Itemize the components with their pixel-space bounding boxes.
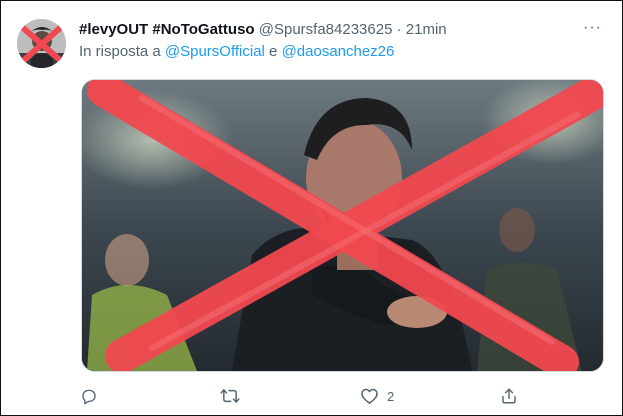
like-count: 2 <box>387 388 395 404</box>
heart-icon <box>361 388 378 404</box>
tweet-media-image[interactable] <box>81 79 604 372</box>
more-options-icon[interactable]: ··· <box>583 18 602 38</box>
avatar-image <box>17 19 66 68</box>
tweet-card[interactable]: #levyOUT #NoToGattuso @Spursfa84233625 ·… <box>0 0 623 416</box>
reply-action[interactable] <box>80 381 106 411</box>
retweet-icon <box>220 389 240 403</box>
separator-dot: · <box>396 21 402 38</box>
reply-context: In risposta a @SpursOfficial e @daosanch… <box>79 42 394 62</box>
reply-icon <box>82 389 96 405</box>
user-handle[interactable]: @Spursfa84233625 <box>259 21 393 38</box>
mention-link-daosanchez26[interactable]: @daosanchez26 <box>282 43 395 60</box>
like-action[interactable]: 2 <box>360 381 394 411</box>
crossed-out-photo <box>82 80 603 371</box>
reply-conjunction: e <box>269 43 278 60</box>
display-name[interactable]: #levyOUT #NoToGattuso <box>79 21 255 38</box>
timestamp[interactable]: 21min <box>406 21 447 38</box>
mention-link-spursofficial[interactable]: @SpursOfficial <box>165 43 265 60</box>
profile-avatar[interactable] <box>17 19 66 68</box>
reply-prefix: In risposta a <box>79 43 161 60</box>
retweet-action[interactable] <box>220 381 248 411</box>
tweet-header: #levyOUT #NoToGattuso @Spursfa84233625 ·… <box>79 20 447 40</box>
share-action[interactable] <box>500 381 526 411</box>
share-icon <box>502 388 516 404</box>
tweet-actions-bar: 2 <box>1 381 623 411</box>
